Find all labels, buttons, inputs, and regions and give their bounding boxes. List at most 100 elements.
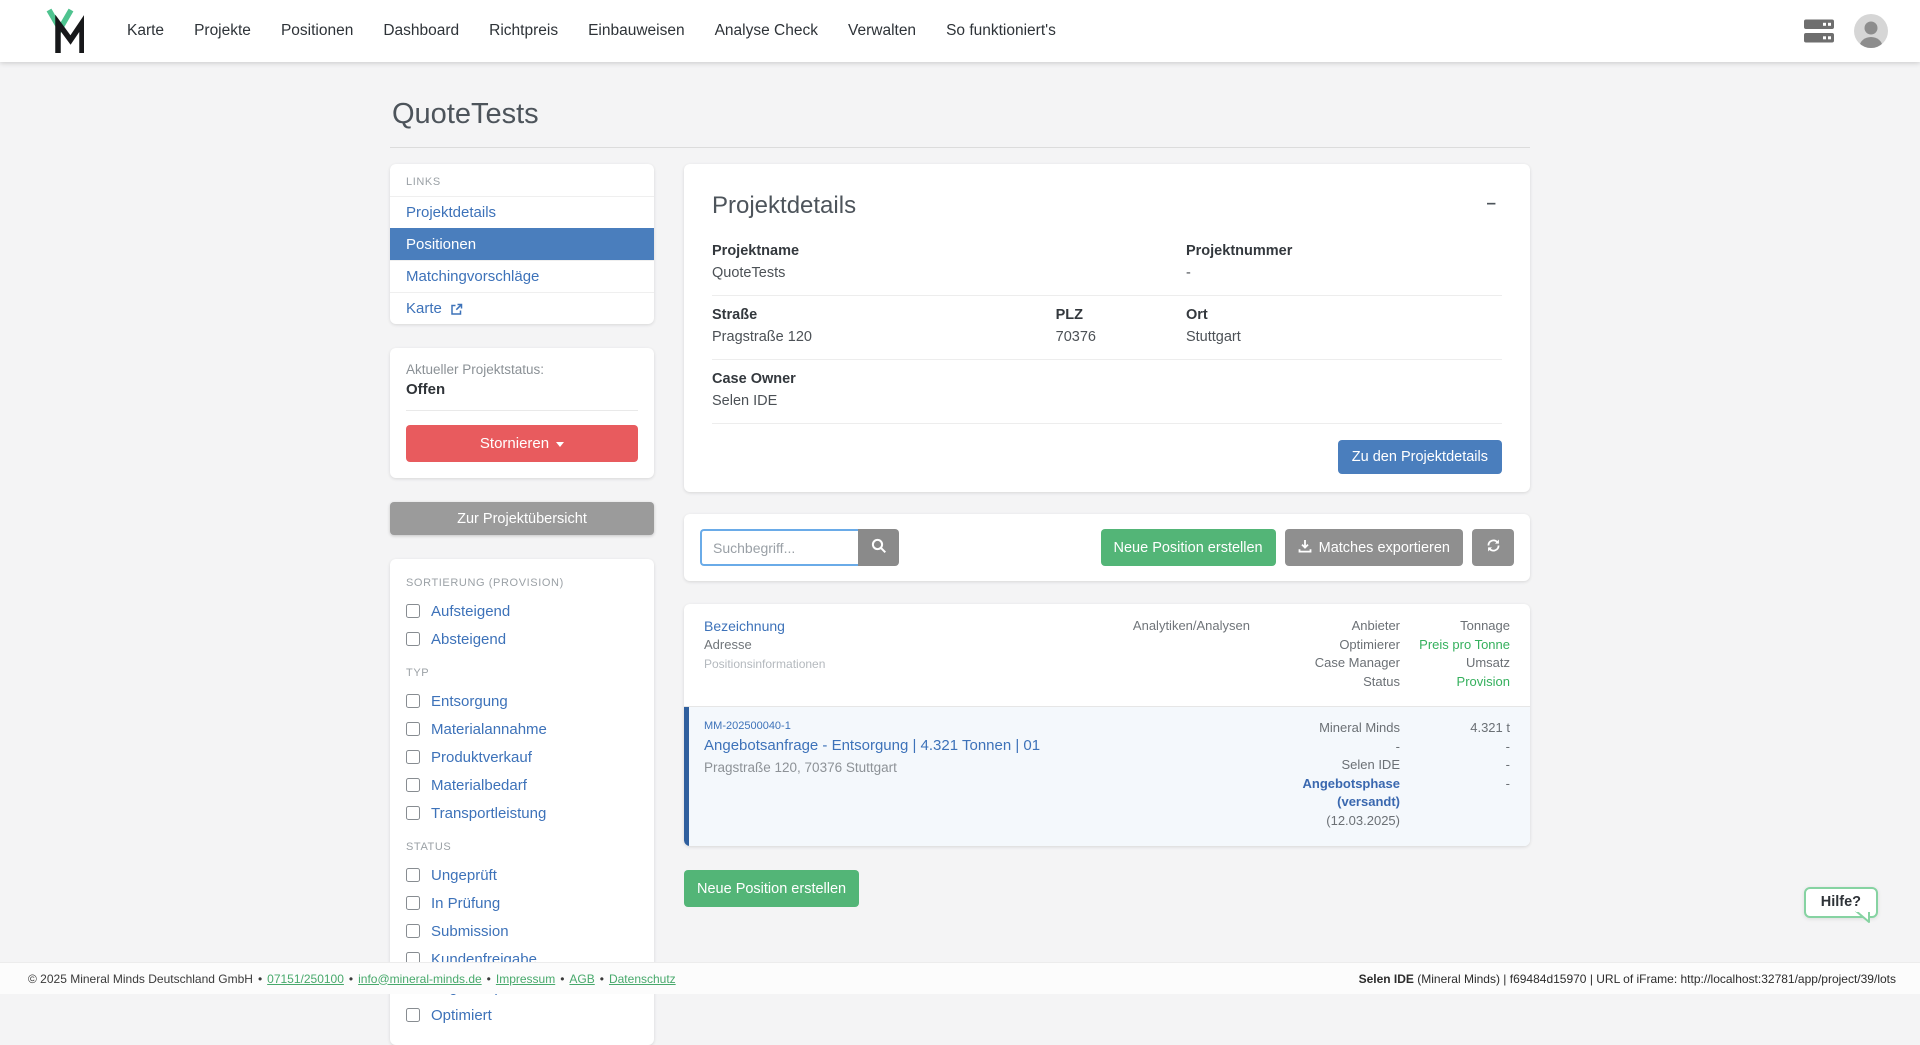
footer-link-agb[interactable]: AGB (569, 972, 594, 986)
separator: • (487, 972, 491, 986)
main-content: QuoteTests LINKS ProjektdetailsPositione… (390, 62, 1530, 1045)
filter-option-in-prüfung[interactable]: In Prüfung (390, 889, 654, 917)
filter-groups: SORTIERUNG (PROVISION)AufsteigendAbsteig… (390, 563, 654, 1029)
meta-line: Mineral Minds (1250, 719, 1400, 738)
positions-table-card: Bezeichnung Adresse Positionsinformation… (684, 604, 1530, 846)
footer-link-info-mineral-minds-de[interactable]: info@mineral-minds.de (358, 972, 482, 986)
column-label-tonnage: Tonnage (1400, 617, 1510, 636)
checkbox-materialannahme[interactable] (406, 722, 420, 736)
position-info: MM-202500040-1Angebotsanfrage - Entsorgu… (704, 719, 1250, 830)
plz-label: PLZ (1056, 306, 1186, 325)
checkbox-aufsteigend[interactable] (406, 604, 420, 618)
links-list: ProjektdetailsPositionen Matchingvorschlä… (390, 196, 654, 324)
collapse-card-button[interactable]: – (1481, 192, 1502, 213)
column-adresse: Adresse (704, 636, 1090, 654)
header-meta-labels: AnbieterOptimiererCase ManagerStatus (1250, 617, 1400, 691)
filter-option-absteigend[interactable]: Absteigend (390, 625, 654, 653)
checkbox-absteigend[interactable] (406, 632, 420, 646)
footer-left: © 2025 Mineral Minds Deutschland GmbH•07… (28, 972, 676, 986)
server-icon[interactable] (1804, 17, 1834, 45)
search-button[interactable] (858, 529, 899, 566)
create-position-button-bottom[interactable]: Neue Position erstellen (684, 870, 859, 907)
checkbox-materialbedarf[interactable] (406, 778, 420, 792)
meta-line: - (1250, 738, 1400, 757)
checkbox-in-prüfung[interactable] (406, 896, 420, 910)
footer-links: •07151/250100•info@mineral-minds.de•Impr… (253, 972, 676, 986)
footer-session-rest: (Mineral Minds) | f69484d15970 | URL of … (1414, 972, 1896, 986)
sidebar-link-label: Matchingvorschläge (406, 268, 539, 285)
footer-user: Selen IDE (1359, 972, 1414, 986)
filter-option-submission[interactable]: Submission (390, 917, 654, 945)
position-title-link[interactable]: Angebotsanfrage - Entsorgung | 4.321 Ton… (704, 736, 1250, 755)
column-label-case-manager: Case Manager (1250, 654, 1400, 673)
download-icon (1298, 539, 1312, 557)
sidebar-link-label: Karte (406, 300, 442, 317)
filter-option-aufsteigend[interactable]: Aufsteigend (390, 597, 654, 625)
status-value: Offen (406, 381, 638, 398)
filter-option-label: Entsorgung (431, 693, 508, 710)
footer-link-07151-250100[interactable]: 07151/250100 (267, 972, 344, 986)
filter-option-materialbedarf[interactable]: Materialbedarf (390, 771, 654, 799)
checkbox-ungeprüft[interactable] (406, 868, 420, 882)
sidebar-link-karte[interactable]: Karte (390, 292, 654, 324)
checkbox-produktverkauf[interactable] (406, 750, 420, 764)
position-row[interactable]: MM-202500040-1Angebotsanfrage - Entsorgu… (684, 707, 1530, 846)
refresh-button[interactable] (1472, 529, 1514, 566)
nav-item-richtpreis[interactable]: Richtpreis (474, 14, 573, 48)
filter-option-materialannahme[interactable]: Materialannahme (390, 715, 654, 743)
mineral-minds-logo[interactable] (46, 7, 84, 59)
project-status-card: Aktueller Projektstatus: Offen Storniere… (390, 348, 654, 478)
nav-item-dashboard[interactable]: Dashboard (368, 14, 474, 48)
links-header: LINKS (390, 164, 654, 196)
user-avatar-icon[interactable] (1854, 14, 1888, 48)
filter-option-label: Submission (431, 923, 509, 940)
sidebar-link-projektdetails[interactable]: Projektdetails (390, 196, 654, 228)
filter-option-ungeprüft[interactable]: Ungeprüft (390, 861, 654, 889)
column-label-anbieter: Anbieter (1250, 617, 1400, 636)
filter-option-optimiert[interactable]: Optimiert (390, 1001, 654, 1029)
filter-option-label: Aufsteigend (431, 603, 510, 620)
ort-label: Ort (1186, 306, 1502, 325)
filter-option-label: Materialbedarf (431, 777, 527, 794)
export-matches-button[interactable]: Matches exportieren (1285, 529, 1463, 566)
value-line: 4.321 t (1400, 719, 1510, 738)
position-values: 4.321 t--- (1400, 719, 1510, 830)
project-overview-button[interactable]: Zur Projektübersicht (390, 502, 654, 535)
help-button[interactable]: Hilfe? (1804, 887, 1878, 918)
case-owner-value: Selen IDE (712, 392, 1056, 411)
nav-item-analyse-check[interactable]: Analyse Check (700, 14, 833, 48)
search-input[interactable] (700, 529, 858, 566)
projektname-value: QuoteTests (712, 264, 1056, 283)
column-bezeichnung[interactable]: Bezeichnung (704, 617, 1090, 635)
nav-item-so-funktioniert-s[interactable]: So funktioniert's (931, 14, 1071, 48)
nav-item-positionen[interactable]: Positionen (266, 14, 368, 48)
cancel-project-button[interactable]: Stornieren (406, 425, 638, 462)
positions-table-header: Bezeichnung Adresse Positionsinformation… (684, 604, 1530, 707)
sidebar-link-positionen[interactable]: Positionen (390, 228, 654, 260)
column-label-status: Status (1250, 673, 1400, 692)
filter-option-produktverkauf[interactable]: Produktverkauf (390, 743, 654, 771)
sidebar-link-matchingvorschläge[interactable]: Matchingvorschläge (390, 260, 654, 292)
strasse-value: Pragstraße 120 (712, 328, 1056, 347)
column-positionsinformationen: Positionsinformationen (704, 656, 1090, 672)
footer-link-datenschutz[interactable]: Datenschutz (609, 972, 676, 986)
nav-item-einbauweisen[interactable]: Einbauweisen (573, 14, 700, 48)
footer-link-impressum[interactable]: Impressum (496, 972, 555, 986)
checkbox-transportleistung[interactable] (406, 806, 420, 820)
filter-option-transportleistung[interactable]: Transportleistung (390, 799, 654, 827)
field-ort: Ort Stuttgart (1186, 306, 1502, 347)
goto-project-details-button[interactable]: Zu den Projektdetails (1338, 440, 1502, 474)
nav-item-verwalten[interactable]: Verwalten (833, 14, 931, 48)
value-line: - (1400, 756, 1510, 775)
nav-item-karte[interactable]: Karte (112, 14, 179, 48)
separator: • (560, 972, 564, 986)
checkbox-entsorgung[interactable] (406, 694, 420, 708)
filter-option-entsorgung[interactable]: Entsorgung (390, 687, 654, 715)
checkbox-submission[interactable] (406, 924, 420, 938)
strasse-label: Straße (712, 306, 1056, 325)
checkbox-optimiert[interactable] (406, 1008, 420, 1022)
nav-item-projekte[interactable]: Projekte (179, 14, 266, 48)
create-position-button[interactable]: Neue Position erstellen (1101, 529, 1276, 566)
plz-value: 70376 (1056, 328, 1186, 347)
filter-option-label: Absteigend (431, 631, 506, 648)
